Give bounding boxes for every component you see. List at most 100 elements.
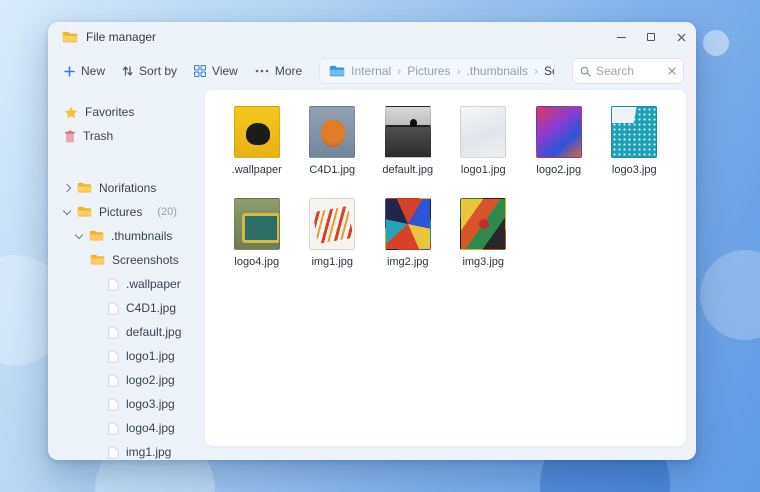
minimize-button[interactable] <box>606 22 636 52</box>
file-grid-item[interactable]: logo1.jpg <box>446 106 520 176</box>
file-name: logo3.jpg <box>612 164 657 176</box>
file-icon <box>108 446 119 459</box>
sort-icon <box>122 65 133 77</box>
folder-icon <box>77 182 92 194</box>
file-label: img1.jpg <box>126 445 171 459</box>
file-thumbnail <box>309 106 355 158</box>
breadcrumb-item-pictures[interactable]: Pictures <box>407 64 450 78</box>
sidebar-item-trash[interactable]: Trash <box>48 124 205 148</box>
clear-search-icon[interactable] <box>668 67 676 75</box>
file-grid-item[interactable]: img2.jpg <box>371 198 445 268</box>
folder-label: Norifations <box>99 181 156 195</box>
title-bar[interactable]: File manager <box>48 22 696 52</box>
sidebar-file-img1[interactable]: img1.jpg <box>48 440 205 460</box>
file-label: logo4.jpg <box>126 421 175 435</box>
folder-label: Pictures <box>99 205 142 219</box>
file-grid-item[interactable]: img1.jpg <box>295 198 369 268</box>
sidebar-file-logo1[interactable]: logo1.jpg <box>48 344 205 368</box>
file-grid: .wallpaper C4D1.jpg default.jpg logo1.jp… <box>205 90 686 284</box>
minimize-icon <box>617 37 626 38</box>
file-icon <box>108 422 119 435</box>
chevron-down-icon[interactable] <box>75 230 83 238</box>
breadcrumb-item-internal[interactable]: Internal <box>351 64 391 78</box>
sidebar-file-c4d1[interactable]: C4D1.jpg <box>48 296 205 320</box>
file-label: C4D1.jpg <box>126 301 176 315</box>
sidebar-file-wallpaper[interactable]: .wallpaper <box>48 272 205 296</box>
app-folder-icon <box>62 31 78 44</box>
file-grid-item[interactable]: logo2.jpg <box>522 106 596 176</box>
file-icon <box>108 302 119 315</box>
sidebar-folder-norifations[interactable]: Norifations <box>48 176 205 200</box>
close-icon <box>677 33 686 42</box>
window-body: Favorites Trash Norifations Pictures (20… <box>48 90 696 460</box>
trash-icon <box>64 130 76 143</box>
favorites-label: Favorites <box>85 105 134 119</box>
maximize-button[interactable] <box>636 22 666 52</box>
breadcrumb-separator-icon: › <box>397 64 401 78</box>
search-icon <box>580 66 591 77</box>
trash-label: Trash <box>83 129 113 143</box>
sidebar-folder-pictures[interactable]: Pictures (20) <box>48 200 205 224</box>
folder-label: .thumbnails <box>111 229 172 243</box>
file-grid-item[interactable]: img3.jpg <box>446 198 520 268</box>
view-button[interactable]: View <box>194 64 238 78</box>
folder-icon <box>89 230 104 242</box>
folder-label: Screenshots <box>112 253 179 267</box>
more-dots-icon <box>255 69 269 73</box>
sidebar-file-logo4[interactable]: logo4.jpg <box>48 416 205 440</box>
breadcrumb-folder-icon <box>329 65 345 78</box>
file-thumbnail <box>460 106 506 158</box>
file-grid-item[interactable]: logo4.jpg <box>220 198 294 268</box>
close-button[interactable] <box>666 22 696 52</box>
file-label: logo3.jpg <box>126 397 175 411</box>
file-thumbnail <box>385 198 431 250</box>
file-name: img3.jpg <box>462 256 504 268</box>
file-label: logo2.jpg <box>126 373 175 387</box>
more-button[interactable]: More <box>255 64 302 78</box>
more-label: More <box>275 64 302 78</box>
window-controls <box>606 22 696 52</box>
file-thumbnail <box>234 198 280 250</box>
file-name: img1.jpg <box>311 256 353 268</box>
file-name: logo1.jpg <box>461 164 506 176</box>
file-thumbnail <box>460 198 506 250</box>
sort-by-label: Sort by <box>139 64 177 78</box>
search-box[interactable] <box>572 58 684 84</box>
breadcrumb-item-screenshots[interactable]: Screenshots <box>544 64 555 78</box>
chevron-right-icon[interactable] <box>63 184 71 192</box>
sidebar-file-logo3[interactable]: logo3.jpg <box>48 392 205 416</box>
file-thumbnail <box>611 106 657 158</box>
search-input[interactable] <box>596 64 663 78</box>
file-icon <box>108 326 119 339</box>
file-panel[interactable]: .wallpaper C4D1.jpg default.jpg logo1.jp… <box>205 90 686 446</box>
sidebar-file-default[interactable]: default.jpg <box>48 320 205 344</box>
file-thumbnail <box>234 106 280 158</box>
file-grid-item[interactable]: .wallpaper <box>220 106 294 176</box>
file-icon <box>108 350 119 363</box>
grid-view-icon <box>194 65 206 77</box>
maximize-icon <box>647 33 655 41</box>
sidebar-item-favorites[interactable]: Favorites <box>48 100 205 124</box>
sort-by-button[interactable]: Sort by <box>122 64 177 78</box>
folder-count: (20) <box>157 206 177 218</box>
breadcrumb-item-thumbnails[interactable]: .thumbnails <box>467 64 528 78</box>
sidebar-folder-screenshots[interactable]: Screenshots <box>48 248 205 272</box>
plus-icon <box>64 66 75 77</box>
file-icon <box>108 278 119 291</box>
toolbar: New Sort by View More Internal › Picture… <box>48 52 696 90</box>
view-label: View <box>212 64 238 78</box>
file-grid-item[interactable]: C4D1.jpg <box>295 106 369 176</box>
file-thumbnail <box>309 198 355 250</box>
file-grid-item[interactable]: default.jpg <box>371 106 445 176</box>
breadcrumb-separator-icon: › <box>534 64 538 78</box>
file-thumbnail <box>385 106 431 158</box>
sidebar-file-logo2[interactable]: logo2.jpg <box>48 368 205 392</box>
file-name: default.jpg <box>382 164 433 176</box>
file-grid-item[interactable]: logo3.jpg <box>597 106 671 176</box>
file-name: C4D1.jpg <box>309 164 355 176</box>
breadcrumb[interactable]: Internal › Pictures › .thumbnails › Scre… <box>319 58 555 84</box>
new-button[interactable]: New <box>64 64 105 78</box>
window-title: File manager <box>86 30 156 44</box>
sidebar-folder-thumbnails[interactable]: .thumbnails <box>48 224 205 248</box>
chevron-down-icon[interactable] <box>63 206 71 214</box>
